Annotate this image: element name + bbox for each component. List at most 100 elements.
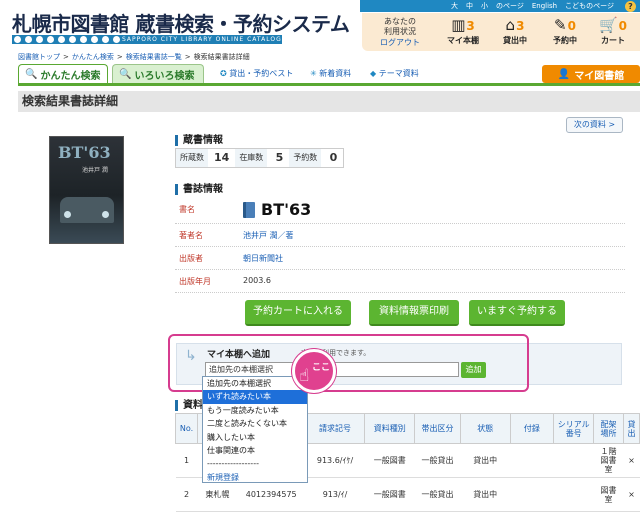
shelf-dropdown-list[interactable]: 追加先の本棚選択 いずれ読みたい本 もう一度読みたい本 二度と読みたくない本 購… bbox=[202, 376, 308, 483]
materials-heading: 資料 bbox=[175, 400, 203, 411]
cart-label: カート bbox=[601, 36, 625, 45]
holdings-label: 在庫数 bbox=[235, 149, 268, 167]
cell: × bbox=[623, 477, 640, 512]
dropdown-option-selected[interactable]: いずれ読みたい本 bbox=[203, 390, 307, 404]
borrowed-button[interactable]: ⌂3 貸出中 bbox=[490, 16, 540, 46]
dropdown-option[interactable]: 追加先の本棚選択 bbox=[203, 377, 307, 390]
my-library-button[interactable]: 👤 マイ図書館 bbox=[542, 65, 640, 83]
logo-dots bbox=[14, 36, 120, 43]
click-pointer-marker: ここ ☝ bbox=[292, 349, 336, 393]
reserved-button[interactable]: ✎0 予約中 bbox=[540, 16, 590, 46]
search-icon: 🔍 bbox=[25, 68, 38, 80]
top-link-english[interactable]: English bbox=[532, 2, 557, 10]
year-value: 2003.6 bbox=[243, 276, 271, 285]
top-link-kids[interactable]: こどものページ bbox=[565, 1, 614, 11]
breadcrumb-easy[interactable]: かんたん検索 bbox=[72, 53, 114, 61]
col-no[interactable]: No. bbox=[175, 413, 198, 444]
col-location[interactable]: 配架 場所 bbox=[593, 413, 624, 444]
font-size-small[interactable]: 小 bbox=[481, 1, 488, 11]
cart-icon: 🛒 bbox=[598, 16, 618, 34]
bookshelf-label: マイ本棚 bbox=[447, 36, 479, 45]
holdings-value: 5 bbox=[275, 151, 284, 164]
author-label: 著者名 bbox=[179, 231, 203, 240]
borrowed-count: 3 bbox=[516, 19, 525, 33]
ribbon-icon: ✪ bbox=[220, 69, 227, 78]
author-link[interactable]: 池井戸 潤／著 bbox=[243, 230, 294, 241]
tab-easy-search-label: かんたん検索 bbox=[40, 70, 101, 82]
cell: × bbox=[623, 443, 640, 478]
book-icon bbox=[243, 201, 255, 218]
breadcrumb: 図書館トップ > かんたん検索 > 検索結果書誌一覧 > 検索結果書誌詳細 bbox=[18, 53, 250, 61]
page-title: 検索結果書誌詳細 bbox=[18, 91, 640, 112]
cover-truck-shape bbox=[60, 197, 114, 223]
help-icon[interactable]: ? bbox=[625, 1, 636, 12]
dropdown-option[interactable]: もう一度読みたい本 bbox=[203, 404, 307, 417]
cell: 貸出中 bbox=[460, 443, 511, 478]
dropdown-option[interactable]: 二度と読みたくない本 bbox=[203, 417, 307, 430]
cell: 913/ｲ/ bbox=[305, 477, 365, 512]
col-appendix[interactable]: 付録 bbox=[509, 413, 555, 444]
link-new[interactable]: ✳ 新着資料 bbox=[310, 68, 351, 79]
cell: 一般貸出 bbox=[414, 443, 461, 478]
top-link-page[interactable]: のページ bbox=[496, 1, 524, 11]
tab-easy-search[interactable]: 🔍 かんたん検索 bbox=[18, 64, 108, 83]
breadcrumb-current: 検索結果書誌詳細 bbox=[193, 53, 250, 61]
biblio-row-title: 書名 BT'63 bbox=[175, 198, 625, 224]
breadcrumb-results[interactable]: 検索結果書誌一覧 bbox=[126, 53, 182, 61]
dropdown-option-new[interactable]: 新規登録 bbox=[203, 471, 307, 484]
my-bookshelf-button[interactable]: ▥3 マイ本棚 bbox=[438, 16, 488, 46]
link-best[interactable]: ✪ 貸出・予約ベスト bbox=[220, 68, 293, 79]
book-title-value: BT'63 bbox=[243, 200, 311, 219]
reserve-now-button[interactable]: いますぐ予約する bbox=[469, 300, 565, 326]
borrowed-label: 貸出中 bbox=[503, 36, 527, 45]
link-theme-label: テーマ資料 bbox=[378, 69, 419, 78]
cell: 図書 室 bbox=[593, 477, 624, 512]
col-status[interactable]: 状態 bbox=[459, 413, 511, 444]
dropdown-option[interactable]: 仕事関連の本 bbox=[203, 444, 307, 457]
cell bbox=[553, 443, 594, 478]
font-size-medium[interactable]: 中 bbox=[466, 1, 473, 11]
col-call-number[interactable]: 請求記号 bbox=[304, 413, 366, 444]
tab-various-search[interactable]: 🔍 いろいろ検索 bbox=[112, 64, 204, 83]
top-utility-bar: 大 中 小 のページ English こどものページ bbox=[360, 0, 640, 12]
cart-count: 0 bbox=[618, 19, 628, 33]
biblio-row-publisher: 出版者 朝日新聞社 bbox=[175, 247, 625, 270]
add-to-cart-button[interactable]: 予約カートに入れる bbox=[245, 300, 351, 326]
biblio-row-year: 出版年月 2003.6 bbox=[175, 270, 625, 293]
col-loan-class[interactable]: 帯出区分 bbox=[414, 413, 461, 444]
tab-various-search-label: いろいろ検索 bbox=[134, 70, 195, 82]
holdings-table: 所蔵数 14 在庫数 5 予約数 0 bbox=[175, 148, 345, 168]
breadcrumb-top[interactable]: 図書館トップ bbox=[18, 53, 60, 61]
my-library-label: マイ図書館 bbox=[574, 70, 625, 82]
font-size-large[interactable]: 大 bbox=[451, 1, 458, 11]
cover-author: 池井戸 潤 bbox=[82, 167, 108, 174]
link-new-label: 新着資料 bbox=[319, 69, 352, 78]
site-subtitle: SAPPORO CITY LIBRARY ONLINE CATALOG bbox=[122, 36, 282, 43]
cell: 一般貸出 bbox=[414, 477, 461, 512]
year-label: 出版年月 bbox=[179, 277, 211, 286]
logout-link[interactable]: ログアウト bbox=[372, 37, 428, 48]
publisher-label: 出版者 bbox=[179, 254, 203, 263]
next-item-button[interactable]: 次の資料 > bbox=[566, 117, 623, 133]
user-status-label: あなたの 利用状況 bbox=[384, 17, 416, 36]
site-title[interactable]: 札幌市図書館 蔵書検索・予約システム bbox=[12, 8, 350, 37]
link-theme[interactable]: ◆ テーマ資料 bbox=[370, 68, 419, 79]
cover-headlight bbox=[102, 211, 109, 218]
holdings-value: 0 bbox=[329, 151, 338, 164]
col-lending[interactable]: 貸出 bbox=[622, 413, 640, 444]
title-label: 書名 bbox=[179, 205, 195, 214]
publisher-link[interactable]: 朝日新聞社 bbox=[243, 253, 283, 264]
dropdown-option[interactable]: 購入したい本 bbox=[203, 431, 307, 444]
cart-button[interactable]: 🛒0 カート bbox=[588, 16, 638, 46]
cell: 1 bbox=[175, 443, 198, 478]
col-type[interactable]: 資料種別 bbox=[364, 413, 416, 444]
bookshelf-icon: ▥ bbox=[451, 16, 466, 34]
col-serial[interactable]: シリアル 番号 bbox=[553, 413, 595, 444]
header: 札幌市図書館 蔵書検索・予約システム SAPPORO CITY LIBRARY … bbox=[0, 0, 640, 54]
person-icon: 👤 bbox=[557, 68, 571, 80]
biblio-table: 書名 BT'63 著者名 池井戸 潤／著 出版者 朝日新聞社 出版年月 2003… bbox=[175, 198, 625, 293]
dropdown-separator: ------------------ bbox=[207, 459, 259, 469]
book-cover-image: BT'63 池井戸 潤 bbox=[49, 136, 124, 244]
print-info-button[interactable]: 資料情報票印刷 bbox=[369, 300, 459, 326]
bookshelf-count: 3 bbox=[466, 19, 475, 33]
